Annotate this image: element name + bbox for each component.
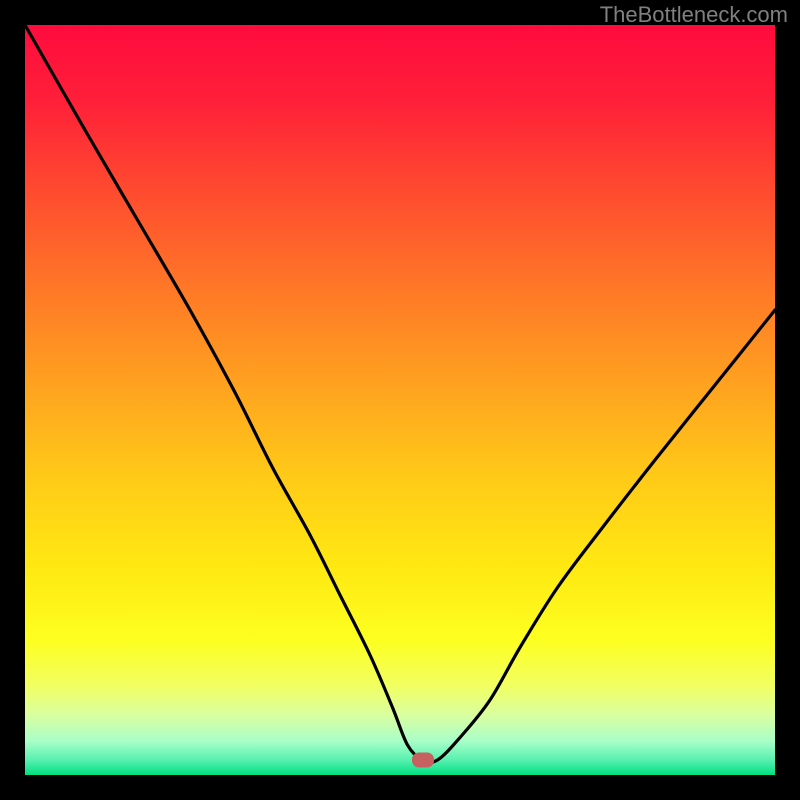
optimal-point-marker [412, 753, 434, 768]
bottleneck-curve [25, 25, 775, 775]
chart-frame: TheBottleneck.com [0, 0, 800, 800]
plot-area [25, 25, 775, 775]
watermark-text: TheBottleneck.com [600, 2, 788, 28]
